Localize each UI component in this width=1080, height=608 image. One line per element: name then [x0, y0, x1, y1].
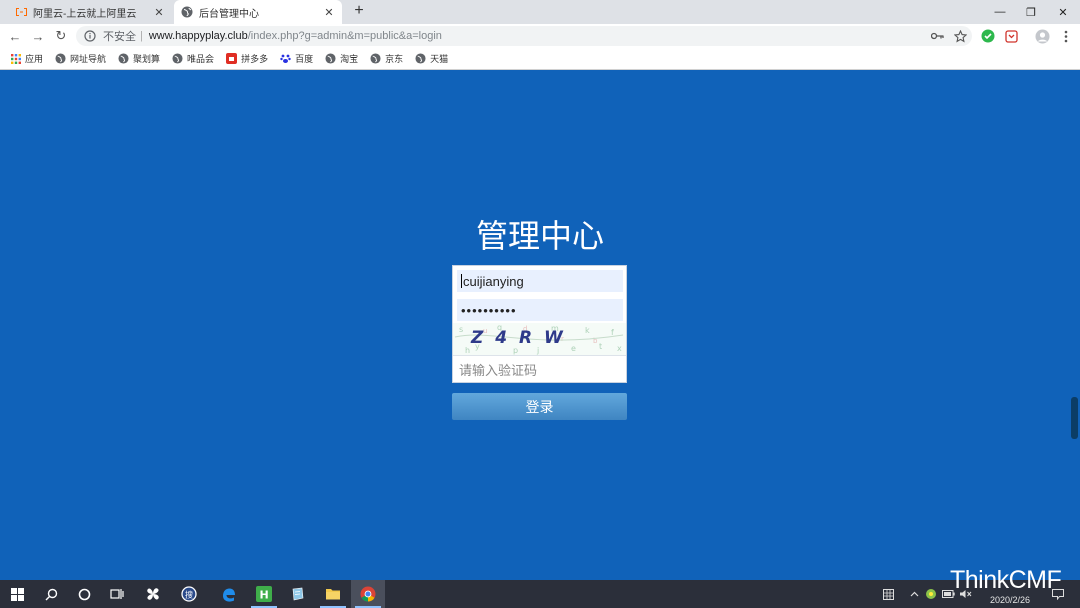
edge-browser-icon[interactable]	[211, 580, 245, 608]
taskbar: 搜 H 2020/2/26	[0, 580, 1080, 608]
svg-text:s: s	[459, 325, 463, 334]
globe-icon	[172, 53, 183, 64]
password-value: ••••••••••	[461, 302, 517, 318]
new-tab-button[interactable]: +	[350, 2, 368, 20]
captcha-placeholder: 请输入验证码	[459, 363, 538, 378]
bookmark-label: 应用	[25, 54, 44, 64]
username-value: cuijianying	[463, 273, 524, 289]
file-explorer-icon[interactable]	[316, 580, 350, 608]
reload-button[interactable]: ↻	[51, 26, 71, 46]
bookmark-star-icon[interactable]	[952, 28, 968, 44]
watermark-text: ThinkCMF	[950, 566, 1062, 594]
sogou-search-icon[interactable]: 搜	[172, 580, 206, 608]
bookmark-label: 百度	[295, 54, 314, 64]
baidu-paw-icon	[280, 53, 291, 64]
tab-strip: 阿里云-上云就上阿里云 ✕ 后台管理中心 ✕ + — ❐ ✕	[0, 0, 1080, 24]
extension-check-icon[interactable]	[980, 28, 996, 44]
svg-text:f: f	[611, 328, 614, 337]
tab-admin-center[interactable]: 后台管理中心 ✕	[174, 0, 342, 24]
profile-avatar-icon[interactable]	[1034, 28, 1050, 44]
bookmark-label: 天猫	[430, 54, 449, 64]
globe-icon	[118, 53, 129, 64]
chrome-browser-icon[interactable]	[351, 580, 385, 608]
svg-text:搜: 搜	[185, 590, 193, 600]
username-input[interactable]: cuijianying	[457, 270, 623, 292]
extension-pocket-icon[interactable]	[1003, 28, 1019, 44]
login-button[interactable]: 登录	[452, 393, 627, 420]
minimize-button[interactable]: —	[985, 0, 1015, 24]
bookmark-apps[interactable]: 应用	[10, 52, 43, 65]
apps-grid-icon	[10, 53, 21, 64]
svg-text:x: x	[617, 344, 622, 353]
bookmark-item[interactable]: 天猫	[415, 52, 448, 65]
taskbar-clock-date[interactable]: 2020/2/26	[990, 595, 1030, 605]
bookmark-item[interactable]: 网址导航	[55, 52, 106, 65]
tab-title: 阿里云-上云就上阿里云	[33, 8, 137, 20]
security-status-text: 不安全	[103, 31, 136, 43]
menu-dots-icon[interactable]	[1058, 28, 1074, 44]
svg-text:h: h	[465, 346, 470, 355]
login-page: 管理中心 cuijianying •••••••••• syqp mekt fx…	[0, 71, 1080, 580]
pinduoduo-icon	[226, 53, 238, 64]
bookmark-label: 拼多多	[241, 54, 269, 64]
aliyun-logo-icon	[14, 5, 28, 19]
tray-overflow-chevron-icon[interactable]	[906, 580, 922, 608]
search-icon[interactable]	[34, 580, 68, 608]
tab-close-icon[interactable]: ✕	[322, 6, 336, 19]
address-bar[interactable]: 不安全 | www.happyplay.club /index.php?g=ad…	[76, 26, 972, 46]
side-scroll-widget[interactable]	[1071, 397, 1078, 439]
window-close-button[interactable]: ✕	[1048, 0, 1078, 24]
hbuilder-icon[interactable]: H	[247, 580, 281, 608]
captcha-code: Z 4 R W	[471, 328, 566, 348]
windows-start-icon[interactable]	[0, 580, 34, 608]
browser-toolbar: ← → ↻ 不安全 | www.happyplay.club /index.ph…	[0, 24, 1080, 48]
text-caret	[461, 274, 462, 288]
bookmark-label: 淘宝	[340, 54, 359, 64]
globe-icon	[180, 5, 194, 19]
back-button[interactable]: ←	[5, 26, 25, 46]
svg-text:H: H	[260, 589, 269, 602]
svg-text:e: e	[571, 344, 576, 353]
url-path: /index.php?g=admin&m=public&a=login	[247, 30, 442, 42]
tab-title: 后台管理中心	[199, 8, 259, 20]
bookmark-item[interactable]: 唯品会	[172, 52, 214, 65]
maximize-button[interactable]: ❐	[1016, 0, 1046, 24]
task-view-icon[interactable]	[100, 580, 134, 608]
tab-aliyun[interactable]: 阿里云-上云就上阿里云 ✕	[8, 0, 172, 24]
login-form: cuijianying •••••••••• syqp mekt fxjh ur…	[452, 265, 627, 383]
captcha-input[interactable]: 请输入验证码	[453, 355, 626, 383]
globe-icon	[325, 53, 336, 64]
bookmark-label: 网址导航	[70, 54, 107, 64]
globe-icon	[415, 53, 426, 64]
bookmarks-bar: 应用 网址导航 聚划算 唯品会 拼多多 百度 淘宝 京东 天猫	[0, 48, 1080, 70]
notes-app-icon[interactable]	[281, 580, 315, 608]
bookmark-label: 京东	[385, 54, 404, 64]
key-icon[interactable]	[929, 28, 945, 44]
forward-button[interactable]: →	[28, 26, 48, 46]
security-app-tray-icon[interactable]	[923, 580, 939, 608]
url-host: www.happyplay.club	[148, 30, 248, 42]
globe-icon	[55, 53, 66, 64]
captcha-image[interactable]: syqp mekt fxjh urbd Z 4 R W	[453, 323, 626, 355]
info-icon[interactable]	[83, 29, 97, 43]
bookmark-item[interactable]: 拼多多	[226, 52, 268, 65]
globe-icon	[370, 53, 381, 64]
svg-text:k: k	[585, 326, 590, 335]
bookmark-item[interactable]: 聚划算	[118, 52, 160, 65]
input-method-icon[interactable]	[878, 580, 898, 608]
bookmark-item[interactable]: 百度	[280, 52, 313, 65]
bookmark-item[interactable]: 淘宝	[325, 52, 358, 65]
pinwheel-app-icon[interactable]	[136, 580, 170, 608]
cortana-icon[interactable]	[67, 580, 101, 608]
page-title: 管理中心	[475, 217, 604, 255]
bookmark-label: 唯品会	[187, 54, 215, 64]
svg-text:t: t	[599, 342, 602, 351]
tab-close-icon[interactable]: ✕	[152, 6, 166, 19]
address-separator: |	[140, 30, 143, 42]
password-input[interactable]: ••••••••••	[457, 299, 623, 321]
bookmark-label: 聚划算	[133, 54, 161, 64]
bookmark-item[interactable]: 京东	[370, 52, 403, 65]
